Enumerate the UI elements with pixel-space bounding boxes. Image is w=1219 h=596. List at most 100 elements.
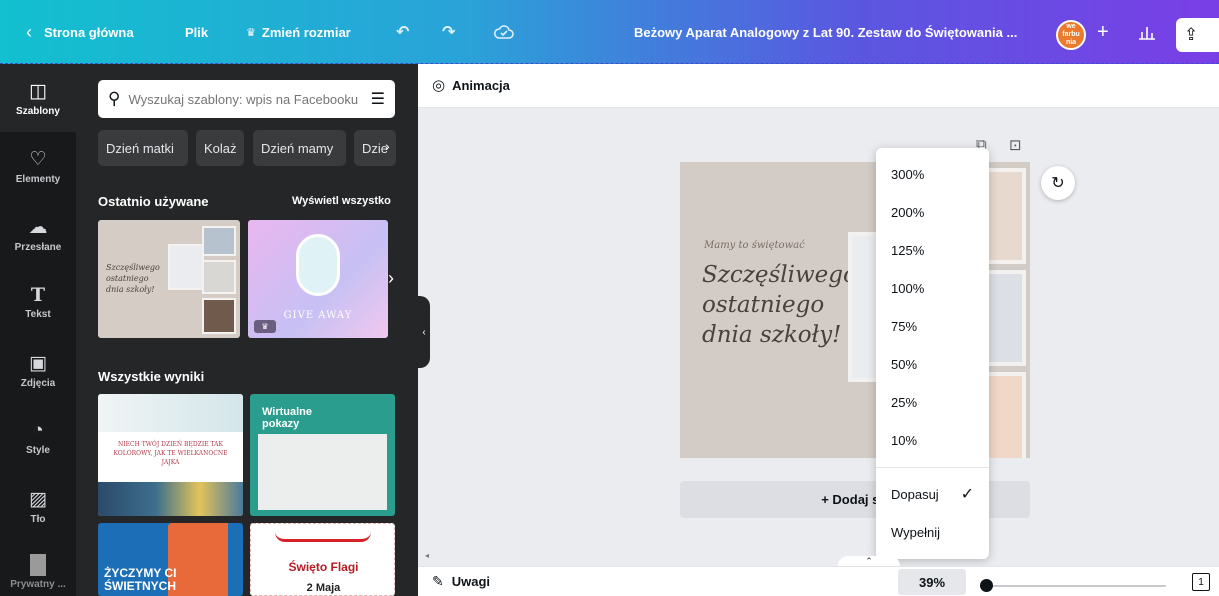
add-member-icon[interactable]: + [1097, 0, 1109, 64]
result-image [98, 482, 243, 516]
zoom-option-label: 25% [891, 394, 918, 410]
home-label: Strona główna [44, 24, 134, 40]
resize-button[interactable]: ♛ Zmień rozmiar [246, 0, 351, 64]
result-2-title: Wirtualne pokazy [262, 406, 313, 430]
page-subtitle[interactable]: Mamy to świętować [704, 240, 805, 251]
rail-label: Tekst [25, 309, 51, 320]
redo-icon[interactable]: ↷ [442, 0, 455, 64]
design-title-text: Beżowy Aparat Analogowy z Lat 90. Zestaw… [634, 24, 1018, 40]
rail-item-background[interactable]: ▨ Tło [0, 472, 76, 540]
search-icon: ⚲ [108, 89, 121, 108]
see-all-link[interactable]: Wyświetl wszystko [292, 195, 391, 207]
result-template-3[interactable]: ŻYCZYMY CI ŚWIETNYCH [98, 523, 243, 596]
recent-template-1[interactable]: Szczęśliwego ostatniego dnia szkoły! [98, 220, 240, 338]
notes-button[interactable]: ✎ Uwagi [432, 573, 490, 590]
search-input[interactable] [128, 91, 371, 107]
chips-next-icon[interactable]: › [385, 138, 390, 154]
zoom-option-fill[interactable]: Wypełnij [876, 513, 989, 551]
file-label: Plik [185, 24, 209, 40]
zoom-value: 39% [918, 574, 946, 590]
thumb-line: Szczęśliwego [106, 263, 160, 272]
resize-icon: ♛ [246, 26, 256, 39]
headline-line: ostatniego [702, 292, 825, 318]
thumb-photo [296, 234, 340, 296]
chevron-left-icon: ‹ [422, 326, 426, 338]
result-template-4[interactable]: Święto Flagi 2 Maja [250, 523, 395, 596]
collapse-panel-handle[interactable]: ‹ [418, 296, 430, 368]
chip-label: Dzień matki [106, 140, 174, 156]
thumb-photo [202, 298, 236, 334]
page-count-icon[interactable]: 1 [1192, 573, 1210, 591]
home-button[interactable]: ‹ Strona główna [26, 0, 134, 64]
chip-label: Dzień mamy [261, 140, 334, 156]
context-toolbar: ◎ Animacja [418, 64, 1219, 108]
all-results-title: Wszystkie wyniki [98, 369, 205, 384]
zoom-option-label: Wypełnij [891, 524, 941, 540]
cloud-saved-icon[interactable] [494, 0, 514, 64]
page-headline[interactable]: Szczęśliwego ostatniego dnia szkoły! [702, 260, 857, 350]
rail-item-templates[interactable]: ◫ Szablony [0, 64, 76, 132]
rotate-refresh-icon[interactable]: ↻ [1041, 166, 1075, 200]
checkmark-icon: ✓ [960, 486, 974, 503]
undo-icon[interactable]: ↶ [396, 0, 409, 64]
insights-chart-icon[interactable] [1138, 0, 1156, 64]
zoom-option-fit[interactable]: Dopasuj ✓ [876, 475, 989, 513]
thumb-photo [202, 226, 236, 256]
design-title[interactable]: Beżowy Aparat Analogowy z Lat 90. Zestaw… [634, 0, 1036, 64]
file-menu-button[interactable]: Plik [185, 0, 208, 64]
rail-item-text[interactable]: T Tekst [0, 268, 76, 336]
zoom-option-300[interactable]: 300% [876, 155, 989, 193]
result-template-2[interactable]: Wirtualne pokazy [250, 394, 395, 516]
filter-sliders-icon[interactable]: ☰ [371, 89, 385, 109]
rail-label: Elementy [15, 173, 61, 185]
team-avatar[interactable]: we farbu nia [1056, 20, 1086, 50]
animation-label: Animacja [452, 77, 510, 93]
zoom-option-label: 10% [891, 432, 918, 448]
chip-dzien-matki[interactable]: Dzień matki [98, 130, 188, 166]
photo-icon: ▣ [29, 352, 47, 374]
zoom-option-label: 100% [891, 280, 925, 296]
ribbon-decoration [275, 532, 371, 542]
logo-line-1: we [1066, 23, 1076, 30]
zoom-option-label: 50% [891, 356, 918, 372]
rail-label: Zdjęcia [20, 377, 56, 389]
chip-kolaz[interactable]: Kolaż [196, 130, 244, 166]
rail-item-uploads[interactable]: ☁ Przesłane [0, 200, 76, 268]
rail-item-elements[interactable]: ♡ Elementy [0, 132, 76, 200]
resize-label: Zmień rozmiar [261, 24, 351, 40]
notes-label: Uwagi [451, 574, 491, 589]
template-icon: ◫ [29, 80, 47, 102]
recent-template-2[interactable]: GIVE AWAY ♛ [248, 220, 388, 338]
thumb-line: dnia szkoły! [106, 285, 155, 294]
result-4-sub: 2 Maja [306, 582, 341, 594]
zoom-option-200[interactable]: 200% [876, 193, 989, 231]
upload-cloud-icon: ☁ [28, 216, 48, 238]
share-button[interactable]: ⇪ [1176, 18, 1219, 52]
top-bar: ‹ Strona główna Plik ♛ Zmień rozmiar ↶ ↷… [0, 0, 1219, 64]
zoom-percentage-button[interactable]: 39% [898, 569, 966, 595]
zoom-option-125[interactable]: 125% [876, 231, 989, 269]
zoom-option-10[interactable]: 10% [876, 421, 989, 459]
template-search[interactable]: ⚲ ☰ [98, 80, 395, 118]
rail-item-photos[interactable]: ▣ Zdjęcia [0, 336, 76, 404]
zoom-slider-handle[interactable] [980, 579, 993, 592]
rail-item-styles[interactable]: ◔ Style [0, 404, 76, 472]
text-icon: T [30, 284, 46, 306]
share-upload-icon: ⇪ [1184, 25, 1199, 44]
add-page-icon[interactable]: ⊡ [1009, 136, 1022, 154]
chevron-left-icon: ‹ [26, 21, 32, 42]
animation-button[interactable]: ◎ Animacja [432, 76, 510, 94]
zoom-option-75[interactable]: 75% [876, 307, 989, 345]
scroll-left-icon[interactable]: ◂ [425, 551, 429, 560]
zoom-option-100[interactable]: 100% [876, 269, 989, 307]
recent-next-icon[interactable]: › [388, 268, 394, 289]
chip-dzien-mamy[interactable]: Dzień mamy [253, 130, 346, 166]
zoom-option-25[interactable]: 25% [876, 383, 989, 421]
zoom-option-label: 75% [891, 318, 918, 334]
rail-label: Style [26, 445, 50, 456]
rail-item-private[interactable]: Prywatny ... [0, 540, 76, 596]
result-template-1[interactable]: NIECH TWÓJ DZIEŃ BĘDZIE TAK KOLOROWY, JA… [98, 394, 243, 516]
recent-template-1-text: Szczęśliwego ostatniego dnia szkoły! [106, 262, 160, 295]
zoom-option-50[interactable]: 50% [876, 345, 989, 383]
zoom-slider[interactable] [984, 585, 1166, 587]
